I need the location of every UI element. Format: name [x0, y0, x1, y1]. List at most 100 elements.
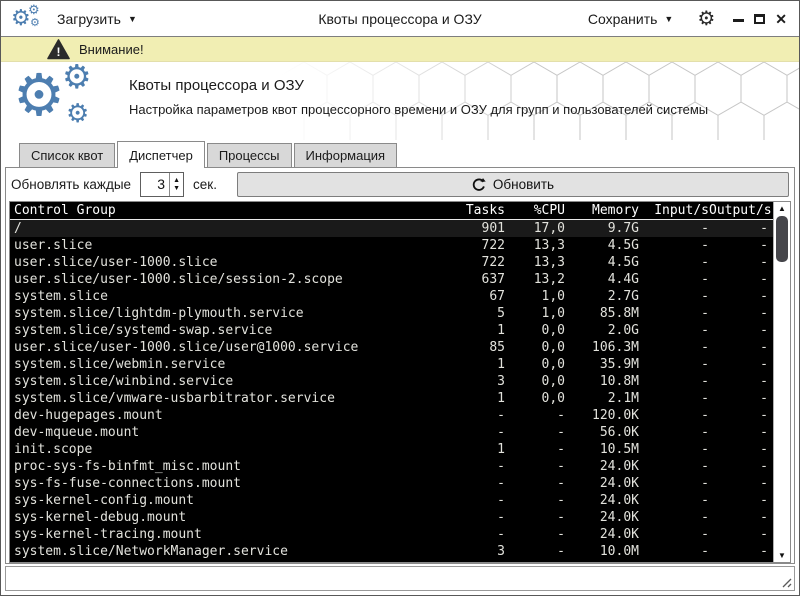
col-input[interactable]: Input/s: [639, 202, 709, 219]
cell-input: -: [639, 492, 709, 509]
tab-quota-list[interactable]: Список квот: [19, 143, 115, 167]
tab-information[interactable]: Информация: [294, 143, 398, 167]
table-row[interactable]: sys-kernel-debug.mount--24.0K--: [10, 509, 773, 526]
minimize-button[interactable]: [733, 19, 744, 22]
table-row[interactable]: init.scope1-10.5M--: [10, 441, 773, 458]
scrollbar-thumb[interactable]: [776, 216, 788, 262]
cell-input: -: [639, 509, 709, 526]
cell-memory: 4.5G: [565, 254, 639, 271]
table-row[interactable]: sys-fs-fuse-connections.mount--24.0K--: [10, 475, 773, 492]
gear-icon: ⚙: [62, 62, 92, 93]
cell-input: -: [639, 526, 709, 543]
cell-memory: 4.5G: [565, 237, 639, 254]
cell-tasks: -: [433, 407, 505, 424]
cell-group: init.scope: [10, 441, 433, 458]
cell-group: user.slice/user-1000.slice: [10, 254, 433, 271]
scroll-down-icon[interactable]: ▼: [774, 551, 790, 560]
table-row[interactable]: system.slice/lightdm-plymouth.service51,…: [10, 305, 773, 322]
table-row[interactable]: user.slice72213,34.5G--: [10, 237, 773, 254]
table-row[interactable]: system.slice/NetworkManager.service3-10.…: [10, 543, 773, 560]
cell-output: -: [709, 254, 773, 271]
cell-cpu: 0,0: [505, 322, 565, 339]
table-row[interactable]: system.slice671,02.7G--: [10, 288, 773, 305]
gear-icon: ⚙: [66, 100, 89, 126]
scroll-up-icon[interactable]: ▲: [774, 204, 790, 213]
toolbar: ⚙ ⚙ ⚙ Загрузить ▼ Квоты процессора и ОЗУ…: [1, 1, 799, 37]
cell-cpu: -: [505, 526, 565, 543]
refresh-every-label: Обновлять каждые: [11, 177, 131, 192]
load-menu-label: Загрузить: [57, 11, 121, 27]
table-row[interactable]: dev-mqueue.mount--56.0K--: [10, 424, 773, 441]
col-memory[interactable]: Memory: [565, 202, 639, 219]
cell-input: -: [639, 390, 709, 407]
cell-group: sys-kernel-debug.mount: [10, 509, 433, 526]
refresh-button[interactable]: Обновить: [237, 172, 789, 197]
cell-cpu: -: [505, 492, 565, 509]
table-row[interactable]: sys-kernel-tracing.mount--24.0K--: [10, 526, 773, 543]
resize-grip-icon[interactable]: [779, 575, 792, 588]
cell-input: -: [639, 271, 709, 288]
cell-input: -: [639, 288, 709, 305]
save-menu-label: Сохранить: [588, 11, 658, 27]
app-window: ⚙ ⚙ ⚙ Загрузить ▼ Квоты процессора и ОЗУ…: [0, 0, 800, 596]
cell-cpu: 0,0: [505, 390, 565, 407]
vertical-scrollbar[interactable]: ▲ ▼: [773, 202, 790, 562]
cell-output: -: [709, 288, 773, 305]
close-button[interactable]: ✕: [775, 12, 787, 26]
table-row[interactable]: system.slice/vmware-usbarbitrator.servic…: [10, 390, 773, 407]
dispatcher-panel: Обновлять каждые 3 ▲ ▼ сек. Обновить: [5, 167, 795, 564]
col-output[interactable]: Output/s: [709, 202, 773, 219]
col-tasks[interactable]: Tasks: [433, 202, 505, 219]
cell-group: system.slice/webmin.service: [10, 356, 433, 373]
cell-tasks: -: [433, 475, 505, 492]
table-row[interactable]: /90117,09.7G--: [10, 220, 773, 237]
cell-output: -: [709, 475, 773, 492]
table-row[interactable]: system.slice/winbind.service30,010.8M--: [10, 373, 773, 390]
cell-tasks: -: [433, 526, 505, 543]
cell-cpu: 13,3: [505, 254, 565, 271]
table-row[interactable]: dev-hugepages.mount--120.0K--: [10, 407, 773, 424]
load-menu-button[interactable]: Загрузить ▼: [51, 7, 143, 31]
table-header: Control Group Tasks %CPU Memory Input/s …: [10, 202, 773, 220]
maximize-button[interactable]: [754, 14, 765, 24]
spin-up-icon[interactable]: ▲: [173, 177, 180, 185]
cell-tasks: -: [433, 424, 505, 441]
tab-processes[interactable]: Процессы: [207, 143, 292, 167]
warning-text: Внимание!: [79, 42, 144, 57]
page-header: ⚙ ⚙ ⚙ Квоты процессора и ОЗУ Настройка п…: [1, 62, 799, 140]
warning-banner: ! Внимание!: [1, 37, 799, 62]
table-row[interactable]: user.slice/user-1000.slice/session-2.sco…: [10, 271, 773, 288]
cell-input: -: [639, 339, 709, 356]
tab-dispatcher[interactable]: Диспетчер: [117, 141, 205, 168]
interval-input[interactable]: 3: [141, 173, 169, 196]
table-row[interactable]: proc-sys-fs-binfmt_misc.mount--24.0K--: [10, 458, 773, 475]
cell-group: /: [10, 220, 433, 237]
col-control-group[interactable]: Control Group: [10, 202, 433, 219]
cell-cpu: -: [505, 475, 565, 492]
settings-gear-icon[interactable]: ⚙: [697, 9, 715, 29]
table-row[interactable]: user.slice/user-1000.slice72213,34.5G--: [10, 254, 773, 271]
cell-memory: 2.7G: [565, 288, 639, 305]
col-cpu[interactable]: %CPU: [505, 202, 565, 219]
cell-memory: 24.0K: [565, 492, 639, 509]
cell-tasks: 5: [433, 305, 505, 322]
svg-text:!: !: [57, 45, 61, 59]
cell-tasks: 3: [433, 373, 505, 390]
cell-input: -: [639, 373, 709, 390]
cell-input: -: [639, 441, 709, 458]
cell-tasks: 637: [433, 271, 505, 288]
table-row[interactable]: sys-kernel-config.mount--24.0K--: [10, 492, 773, 509]
save-menu-button[interactable]: Сохранить ▼: [582, 7, 680, 31]
cell-tasks: 722: [433, 237, 505, 254]
cell-cpu: 17,0: [505, 220, 565, 237]
cell-memory: 35.9M: [565, 356, 639, 373]
table-row[interactable]: system.slice/webmin.service10,035.9M--: [10, 356, 773, 373]
spin-down-icon[interactable]: ▼: [173, 185, 180, 193]
cell-output: -: [709, 526, 773, 543]
cell-group: system.slice/systemd-swap.service: [10, 322, 433, 339]
table-row[interactable]: system.slice/systemd-swap.service10,02.0…: [10, 322, 773, 339]
cell-output: -: [709, 356, 773, 373]
refresh-button-label: Обновить: [493, 177, 554, 192]
cell-memory: 56.0K: [565, 424, 639, 441]
table-row[interactable]: user.slice/user-1000.slice/user@1000.ser…: [10, 339, 773, 356]
